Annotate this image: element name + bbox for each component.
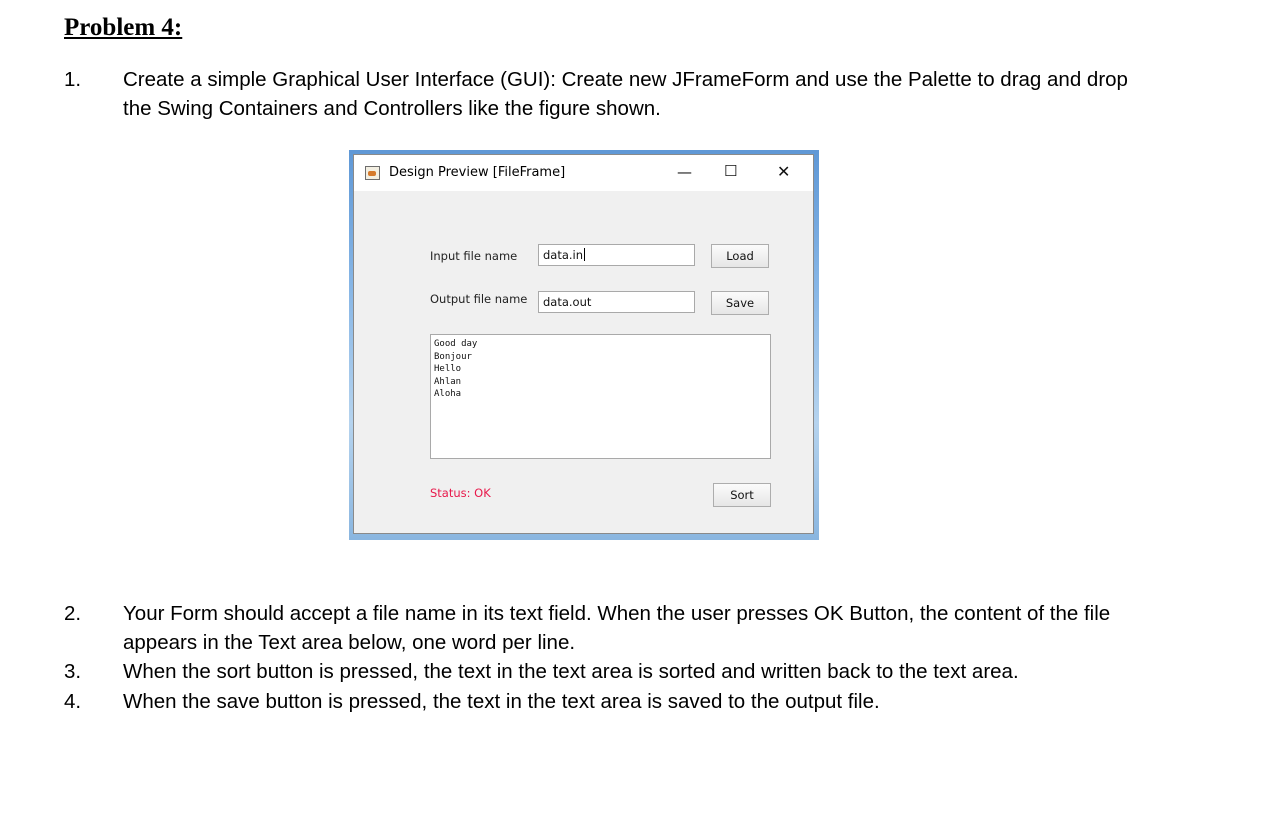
item-number: 3. [64, 660, 82, 683]
input-file-label: Input file name [430, 249, 518, 263]
textarea-line: Good day [434, 339, 478, 349]
sort-button[interactable]: Sort [713, 483, 771, 507]
textarea-line: Bonjour [434, 351, 472, 362]
save-button[interactable]: Save [711, 291, 769, 315]
close-icon[interactable]: ✕ [777, 163, 790, 181]
output-file-field[interactable]: data.out [538, 291, 695, 313]
words-textarea[interactable]: Good day Bonjour Hello Ahlan Aloha [430, 334, 771, 459]
textarea-line: Ahlan [434, 376, 462, 387]
item-number: 4. [64, 690, 82, 713]
maximize-icon[interactable]: ☐ [724, 162, 737, 180]
item-text: When the sort button is pressed, the tex… [123, 660, 1019, 683]
java-app-icon [365, 166, 380, 180]
item-text: Create a simple Graphical User Interface… [123, 68, 1128, 120]
item-number: 2. [64, 602, 82, 625]
item-number: 1. [64, 68, 82, 91]
textarea-line: Aloha [434, 389, 462, 399]
item-text: Your Form should accept a file name in i… [123, 602, 1111, 654]
input-file-field[interactable]: data.in [538, 244, 695, 266]
design-preview-figure: Design Preview [FileFrame] — ☐ ✕ Input f… [349, 150, 819, 540]
textarea-line: Hello [434, 364, 462, 374]
minimize-icon[interactable]: — [677, 163, 692, 181]
load-button[interactable]: Load [711, 244, 769, 268]
item-text: When the save button is pressed, the tex… [123, 690, 880, 713]
file-frame-window: Design Preview [FileFrame] — ☐ ✕ Input f… [353, 154, 814, 534]
window-titlebar[interactable]: Design Preview [FileFrame] — ☐ ✕ [354, 155, 813, 191]
window-title: Design Preview [FileFrame] [389, 165, 566, 180]
problem-heading: Problem 4: [64, 14, 183, 41]
status-label: Status: OK [430, 486, 491, 500]
output-file-label: Output file name [430, 292, 528, 306]
